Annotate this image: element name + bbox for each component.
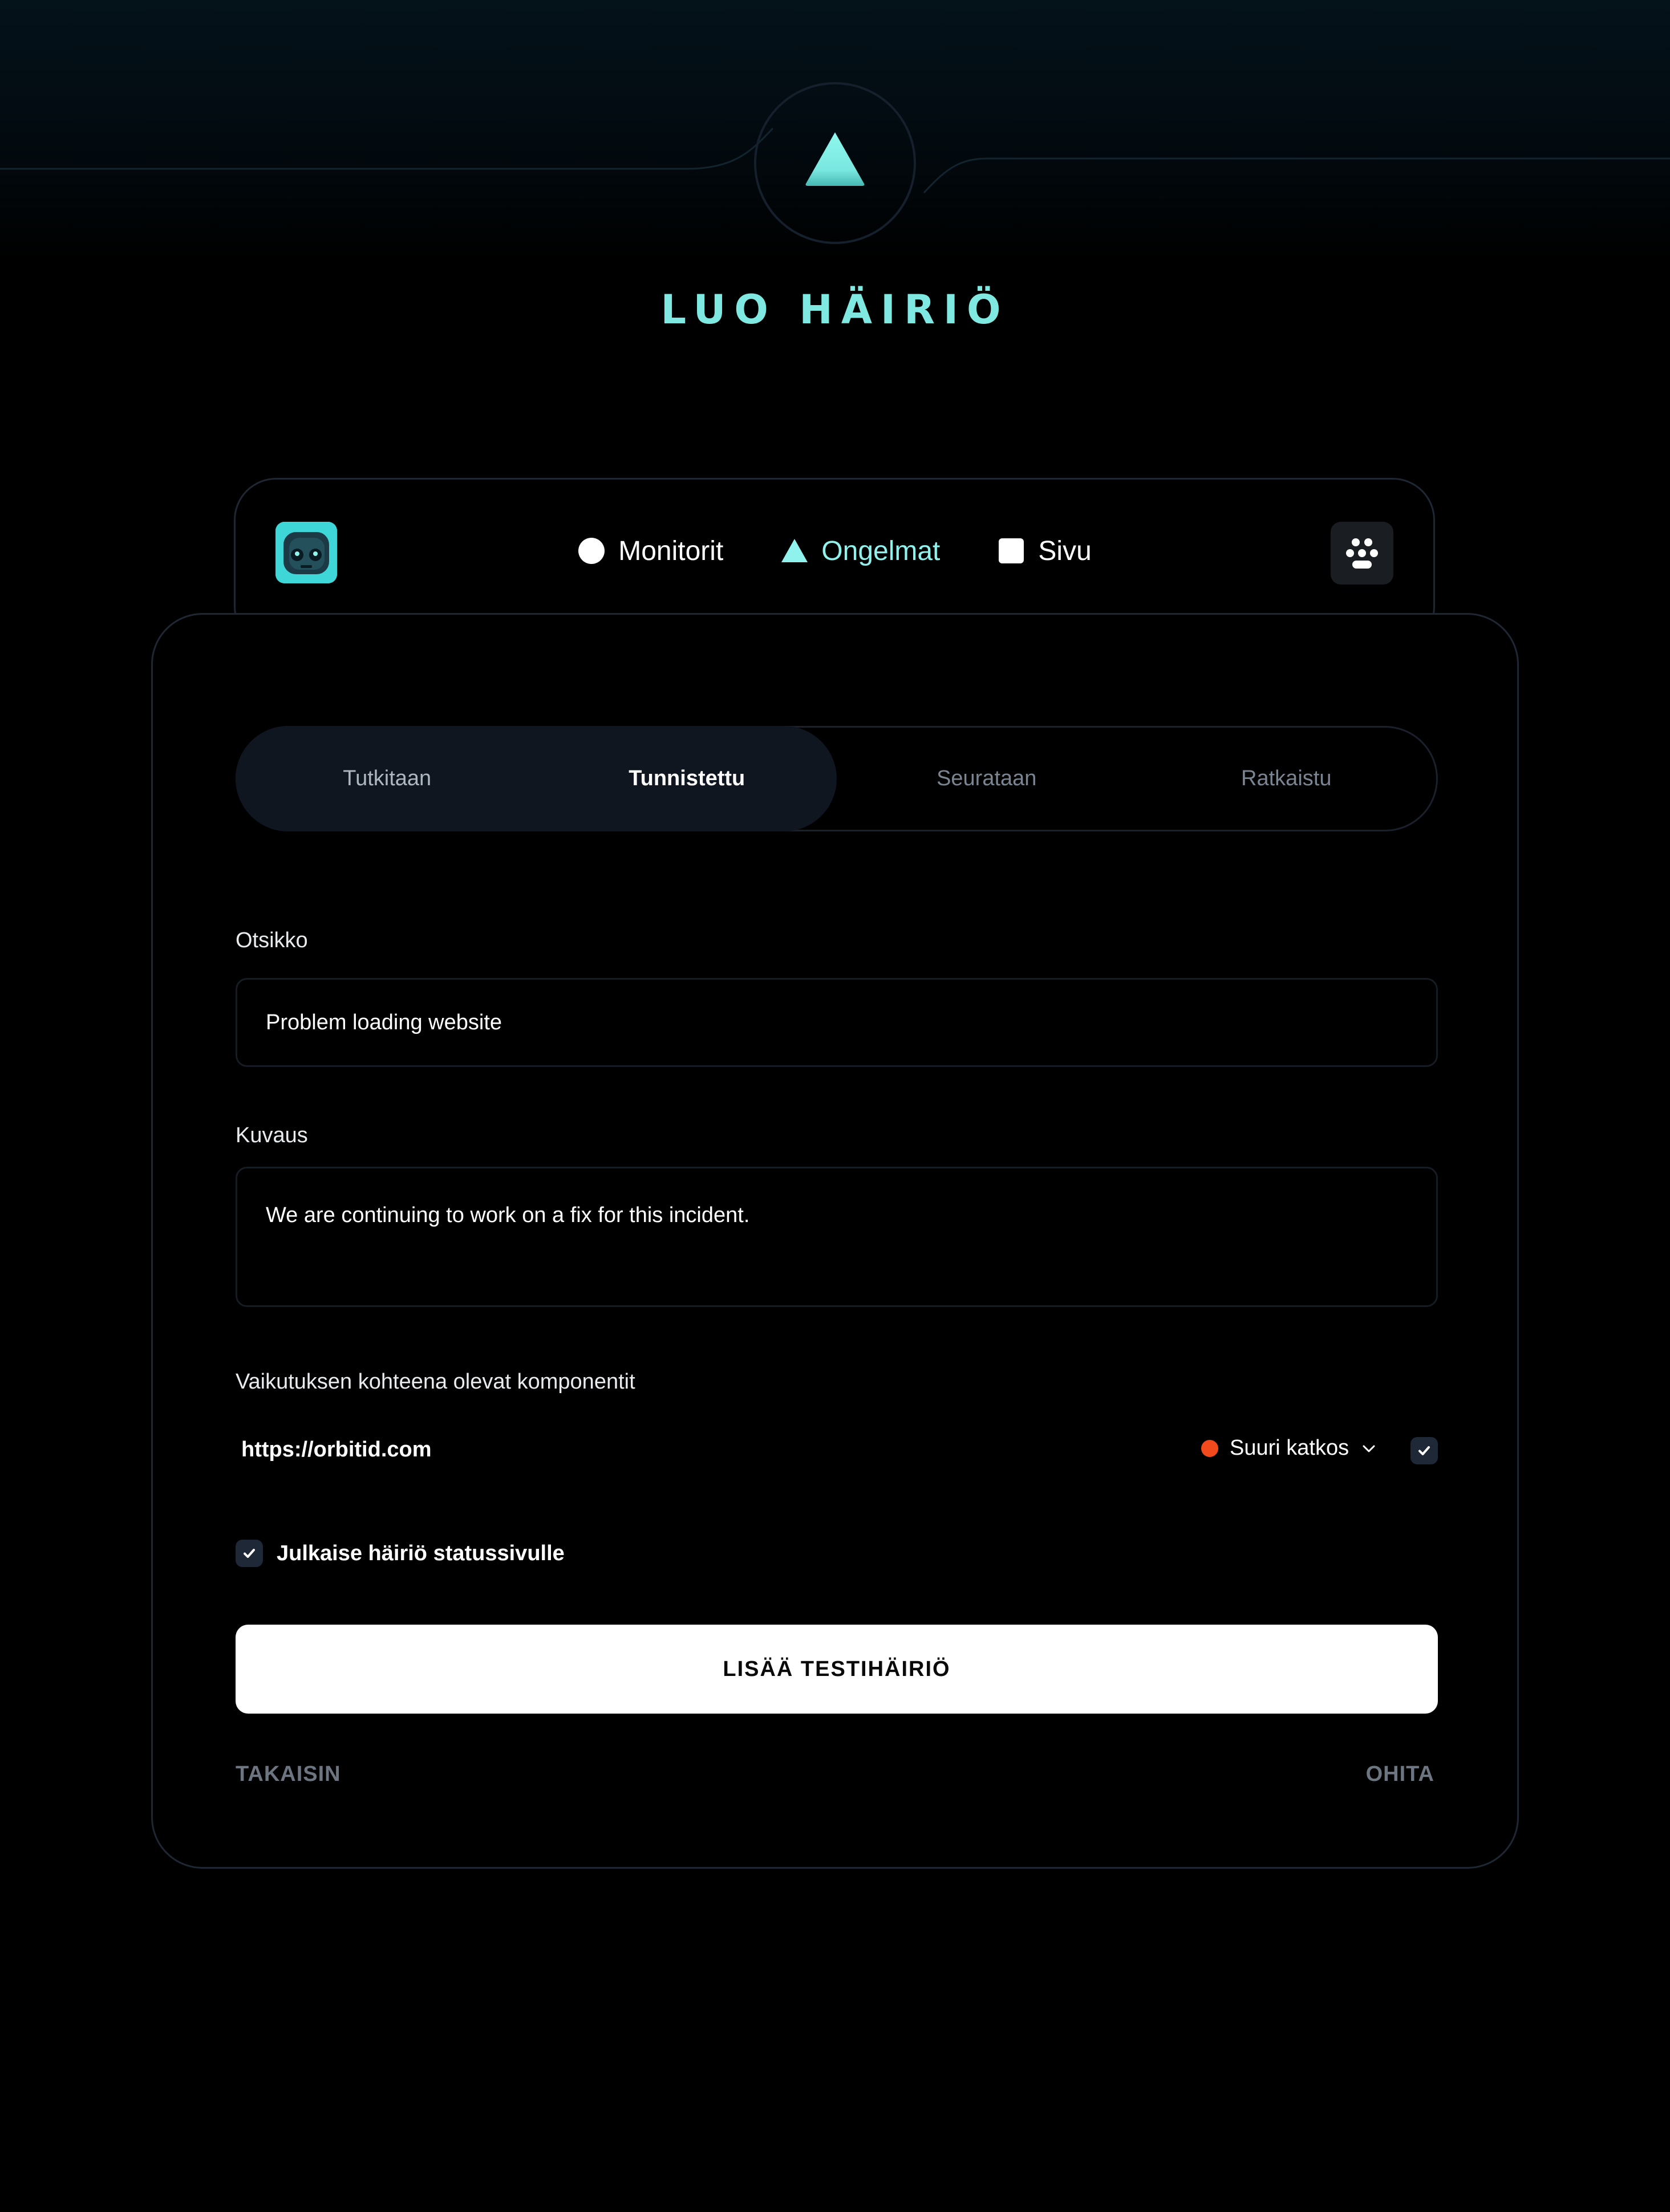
dots-grid-icon — [1346, 538, 1378, 569]
tab-monitoring[interactable]: Seurataan — [837, 728, 1137, 830]
component-status-label: Suuri katkos — [1230, 1436, 1349, 1460]
components-label: Vaikutuksen kohteena olevat komponentit — [236, 1370, 635, 1394]
checkmark-icon — [244, 1549, 255, 1558]
chevron-down-icon — [1363, 1445, 1375, 1452]
tab-investigating[interactable]: Tutkitaan — [237, 728, 537, 830]
title-input[interactable]: Problem loading website — [236, 978, 1438, 1067]
tab-identified[interactable]: Tunnistettu — [537, 728, 837, 830]
warning-triangle-icon — [805, 132, 865, 186]
component-checkbox[interactable] — [1410, 1437, 1438, 1464]
circle-icon — [578, 538, 605, 564]
checkmark-icon — [1418, 1446, 1430, 1455]
nav-item-label: Monitorit — [618, 535, 724, 566]
back-button[interactable]: TAKAISIN — [236, 1762, 341, 1787]
status-segmented-control: Tutkitaan Tunnistettu Seurataan Ratkaist… — [236, 726, 1438, 831]
nav-item-label: Sivu — [1038, 535, 1092, 566]
triangle-icon — [781, 539, 808, 562]
title-label: Otsikko — [236, 928, 308, 952]
nav-item-monitors[interactable]: Monitorit — [577, 535, 723, 567]
component-status-dropdown[interactable]: Suuri katkos — [1201, 1436, 1377, 1460]
tab-resolved[interactable]: Ratkaistu — [1137, 728, 1437, 830]
add-test-incident-button[interactable]: LISÄÄ TESTIHÄIRIÖ — [236, 1625, 1438, 1714]
nav-item-label: Ongelmat — [821, 535, 941, 566]
publish-label: Julkaise häiriö statussivulle — [277, 1541, 565, 1565]
square-icon — [999, 538, 1024, 563]
apps-menu-button[interactable] — [1331, 522, 1393, 585]
nav-item-issues[interactable]: Ongelmat — [780, 535, 940, 567]
component-url: https://orbitid.com — [241, 1438, 432, 1462]
publish-checkbox[interactable] — [236, 1540, 263, 1567]
nav-item-page[interactable]: Sivu — [997, 535, 1092, 567]
description-label: Kuvaus — [236, 1123, 308, 1147]
incident-form-card: Tutkitaan Tunnistettu Seurataan Ratkaist… — [151, 613, 1519, 1869]
skip-button[interactable]: OHITA — [1366, 1762, 1434, 1787]
description-textarea[interactable]: We are continuing to work on a fix for t… — [236, 1167, 1438, 1307]
publish-checkbox-row[interactable]: Julkaise häiriö statussivulle — [236, 1540, 565, 1567]
status-dot — [1201, 1439, 1218, 1457]
page-title: LUO HÄIRIÖ — [660, 286, 1010, 333]
